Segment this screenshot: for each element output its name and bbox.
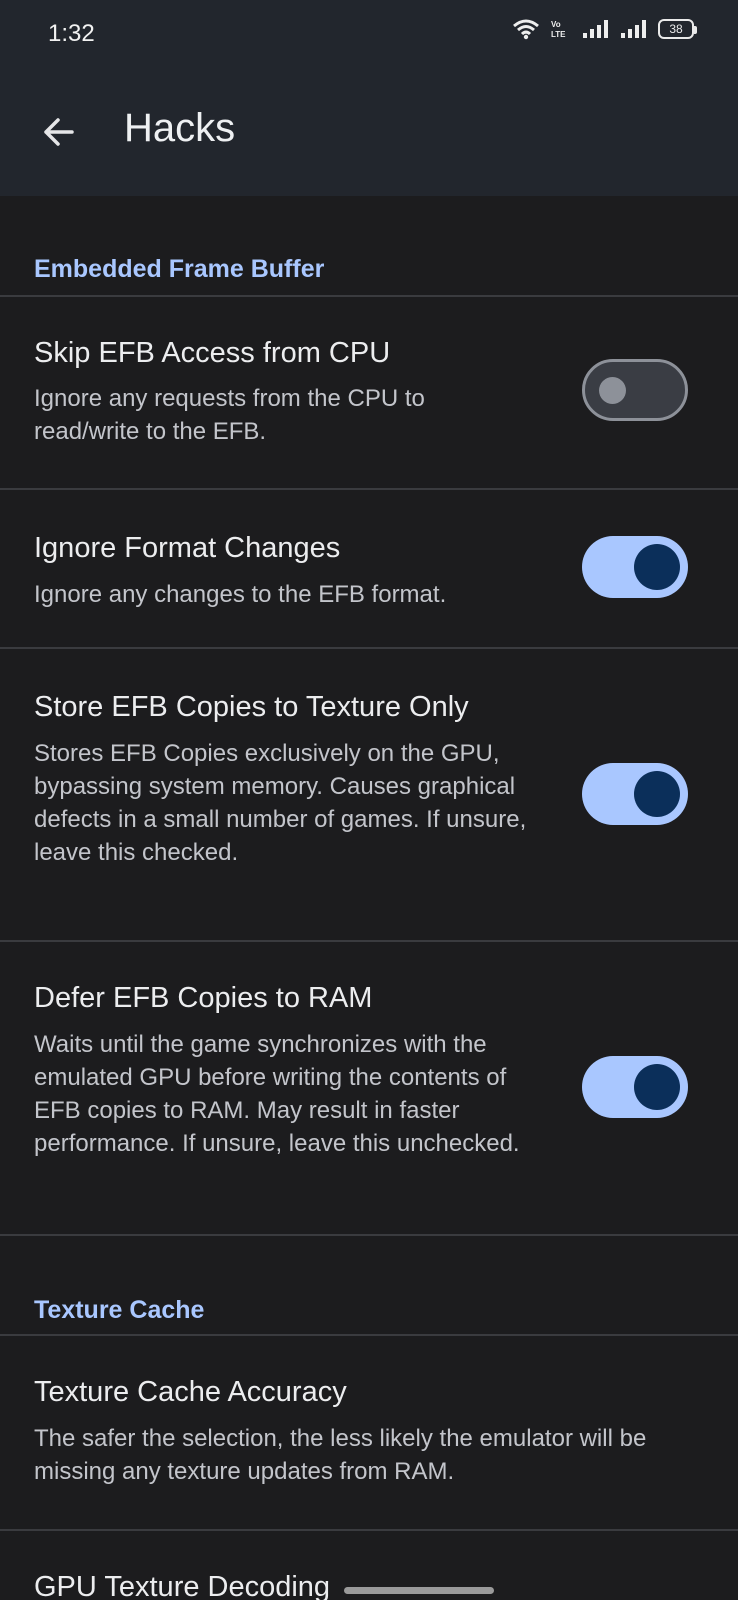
status-icons: Vo LTE 38: [512, 18, 697, 40]
defer-efb-copies-switch[interactable]: [582, 1056, 688, 1118]
wifi-icon: [513, 19, 539, 40]
svg-text:Vo: Vo: [551, 20, 561, 29]
skip-efb-access-switch[interactable]: [582, 359, 688, 421]
pref-ignore-format-changes[interactable]: Ignore Format Changes Ignore any changes…: [0, 490, 738, 648]
switch-thumb: [634, 1064, 680, 1110]
pref-store-efb-copies-texture-only[interactable]: Store EFB Copies to Texture Only Stores …: [0, 649, 738, 941]
signal-icon: [583, 20, 608, 38]
pref-summary: Stores EFB Copies exclusively on the GPU…: [34, 740, 527, 866]
section-header-texture-cache: Texture Cache: [34, 1296, 205, 1324]
ignore-format-changes-switch[interactable]: [582, 536, 688, 598]
signal-icon-2: [621, 20, 646, 38]
status-time: 1:32: [48, 20, 95, 47]
svg-text:LTE: LTE: [551, 30, 566, 39]
pref-title: Defer EFB Copies to RAM: [34, 982, 373, 1014]
pref-defer-efb-copies-ram[interactable]: Defer EFB Copies to RAM Waits until the …: [0, 942, 738, 1235]
divider: [0, 1234, 738, 1236]
arrow-back-icon: [44, 118, 74, 146]
app-bar: Hacks: [0, 66, 738, 196]
pref-title: Texture Cache Accuracy: [34, 1376, 347, 1408]
pref-summary: Ignore any requests from the CPU to read…: [34, 385, 425, 445]
gesture-nav-handle[interactable]: [344, 1587, 494, 1594]
pref-summary: The safer the selection, the less likely…: [34, 1425, 647, 1485]
pref-summary: Ignore any changes to the EFB format.: [34, 581, 447, 608]
pref-summary: Waits until the game synchronizes with t…: [34, 1031, 520, 1157]
switch-thumb: [599, 377, 626, 404]
back-button[interactable]: [30, 104, 86, 160]
status-bar: 1:32 Vo LTE 38: [0, 0, 738, 66]
pref-title: Skip EFB Access from CPU: [34, 337, 391, 369]
pref-skip-efb-access[interactable]: Skip EFB Access from CPU Ignore any requ…: [0, 297, 738, 489]
pref-title: Store EFB Copies to Texture Only: [34, 691, 469, 723]
page-title: Hacks: [124, 106, 236, 150]
pref-title: GPU Texture Decoding: [34, 1571, 331, 1600]
section-header-embedded-frame-buffer: Embedded Frame Buffer: [34, 255, 325, 283]
switch-thumb: [634, 544, 680, 590]
pref-texture-cache-accuracy[interactable]: Texture Cache Accuracy The safer the sel…: [0, 1336, 738, 1530]
pref-title: Ignore Format Changes: [34, 532, 341, 564]
volte-icon: Vo LTE: [551, 20, 566, 39]
battery-icon: 38: [658, 19, 697, 39]
switch-thumb: [634, 771, 680, 817]
store-efb-copies-switch[interactable]: [582, 763, 688, 825]
battery-level: 38: [669, 22, 683, 36]
